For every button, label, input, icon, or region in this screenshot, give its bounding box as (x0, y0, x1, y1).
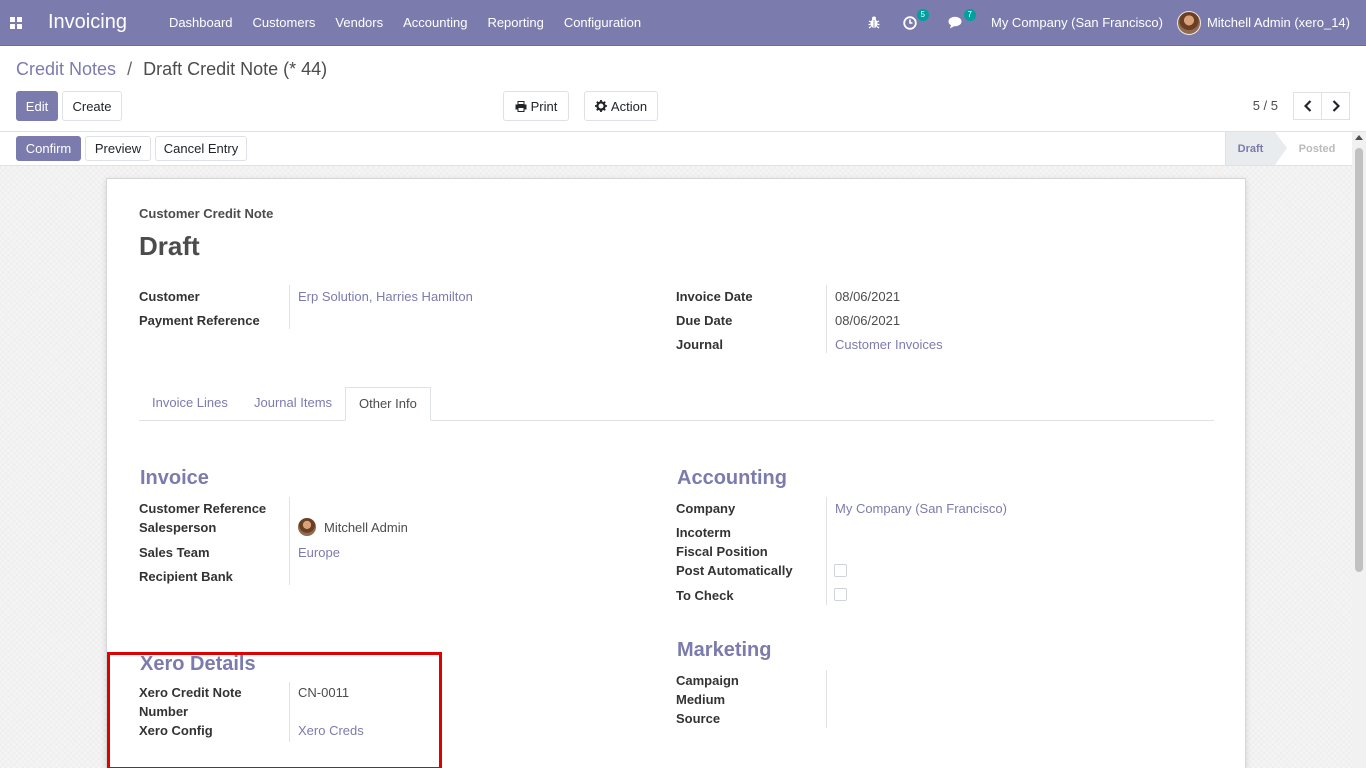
to-check-label: To Check (676, 588, 734, 603)
to-check-checkbox[interactable] (834, 588, 847, 601)
campaign-label: Campaign (676, 673, 739, 688)
tab-invoice-lines[interactable]: Invoice Lines (139, 387, 241, 421)
company-label: Company (676, 501, 736, 516)
menu-vendors[interactable]: Vendors (325, 0, 393, 46)
menu-dashboard[interactable]: Dashboard (159, 0, 243, 46)
invoice-section-title: Invoice (140, 467, 209, 489)
post-automatically-label: Post Automatically (676, 563, 793, 578)
incoterm-label: Incoterm (676, 525, 731, 540)
document-type: Customer Credit Note (139, 206, 274, 221)
breadcrumb-current: Draft Credit Note (* 44) (143, 59, 328, 79)
top-navbar: Invoicing Dashboard Customers Vendors Ac… (0, 0, 1366, 46)
menu-customers[interactable]: Customers (243, 0, 326, 46)
user-name: Mitchell Admin (xero_14) (1206, 15, 1350, 30)
chevron-right-icon (1332, 100, 1340, 112)
chevron-left-icon (1303, 100, 1311, 112)
pager-previous-button[interactable] (1293, 92, 1322, 120)
salesperson-avatar (298, 518, 316, 536)
breadcrumb-separator: / (127, 59, 133, 79)
scroll-up-arrow[interactable] (1355, 135, 1363, 140)
journal-label: Journal (676, 337, 723, 352)
document-title: Draft (139, 231, 200, 261)
navbar-right: 5 7 My Company (San Francisco) Mitchell … (859, 0, 1366, 46)
menu-reporting[interactable]: Reporting (477, 0, 553, 46)
company-switcher[interactable]: My Company (San Francisco) (991, 15, 1163, 30)
breadcrumb: Credit Notes / Draft Credit Note (* 44) (16, 59, 327, 80)
control-panel: Credit Notes / Draft Credit Note (* 44) … (0, 46, 1366, 132)
recipient-bank-label: Recipient Bank (139, 569, 233, 584)
menu-configuration[interactable]: Configuration (554, 0, 651, 46)
stage-posted[interactable]: Posted (1285, 132, 1349, 165)
notebook-tabs: Invoice Lines Journal Items Other Info (139, 387, 1214, 421)
post-automatically-checkbox[interactable] (834, 564, 847, 577)
medium-label: Medium (676, 692, 726, 707)
invoice-date-label: Invoice Date (676, 289, 753, 304)
print-button[interactable]: Print (503, 91, 569, 121)
source-label: Source (676, 711, 721, 726)
app-title[interactable]: Invoicing (48, 11, 127, 34)
scroll-thumb[interactable] (1355, 148, 1363, 572)
main-menu: Dashboard Customers Vendors Accounting R… (159, 0, 651, 46)
field-divider (826, 497, 827, 605)
edit-button[interactable]: Edit (16, 91, 58, 121)
user-menu[interactable]: Mitchell Admin (xero_14) (1176, 10, 1350, 35)
form-content: Customer Credit Note Draft Customer Erp … (0, 166, 1352, 768)
salesperson-field[interactable]: Mitchell Admin (324, 520, 408, 535)
tab-other-info[interactable]: Other Info (345, 387, 431, 421)
form-sheet: Customer Credit Note Draft Customer Erp … (106, 178, 1246, 768)
page-scrollbar[interactable] (1352, 132, 1366, 768)
field-divider (289, 497, 290, 585)
due-date-field[interactable]: 08/06/2021 (835, 313, 900, 328)
cancel-entry-button[interactable]: Cancel Entry (155, 136, 247, 161)
field-divider (289, 285, 290, 329)
menu-accounting[interactable]: Accounting (393, 0, 477, 46)
company-field[interactable]: My Company (San Francisco) (835, 501, 1007, 516)
bug-icon[interactable] (868, 16, 880, 29)
pager-next-button[interactable] (1321, 92, 1350, 120)
confirm-button[interactable]: Confirm (16, 136, 81, 161)
payment-reference-label: Payment Reference (139, 313, 260, 328)
xero-details-highlight (107, 652, 442, 768)
fiscal-position-label: Fiscal Position (676, 544, 768, 559)
sales-team-field[interactable]: Europe (298, 545, 340, 560)
due-date-label: Due Date (676, 313, 733, 328)
salesperson-label: Salesperson (139, 520, 217, 535)
gear-icon (594, 100, 607, 112)
print-icon (515, 100, 527, 112)
create-button[interactable]: Create (62, 91, 122, 121)
sales-team-label: Sales Team (139, 545, 210, 560)
form-statusbar: Confirm Preview Cancel Entry Draft Poste… (0, 132, 1366, 166)
customer-reference-label: Customer Reference (139, 501, 267, 516)
avatar (1176, 10, 1201, 35)
chat-icon[interactable]: 7 (948, 9, 976, 29)
tab-journal-items[interactable]: Journal Items (241, 387, 345, 421)
action-button[interactable]: Action (584, 91, 658, 121)
customer-field[interactable]: Erp Solution, Harries Hamilton (298, 289, 473, 304)
breadcrumb-credit-notes[interactable]: Credit Notes (16, 59, 116, 79)
message-badge: 7 (963, 9, 976, 21)
print-label: Print (530, 98, 558, 114)
stage-draft[interactable]: Draft (1225, 132, 1287, 165)
apps-icon[interactable] (0, 0, 32, 46)
preview-button[interactable]: Preview (85, 136, 151, 161)
clock-icon[interactable]: 5 (903, 8, 929, 30)
field-divider (826, 285, 827, 353)
journal-field[interactable]: Customer Invoices (835, 337, 943, 352)
invoice-date-field[interactable]: 08/06/2021 (835, 289, 900, 304)
customer-label: Customer (139, 289, 200, 304)
action-label: Action (610, 98, 648, 114)
marketing-section-title: Marketing (677, 639, 772, 661)
pager-value[interactable]: 5 / 5 (1253, 98, 1278, 113)
accounting-section-title: Accounting (677, 467, 787, 489)
field-divider (826, 670, 827, 728)
activity-badge: 5 (916, 8, 929, 21)
